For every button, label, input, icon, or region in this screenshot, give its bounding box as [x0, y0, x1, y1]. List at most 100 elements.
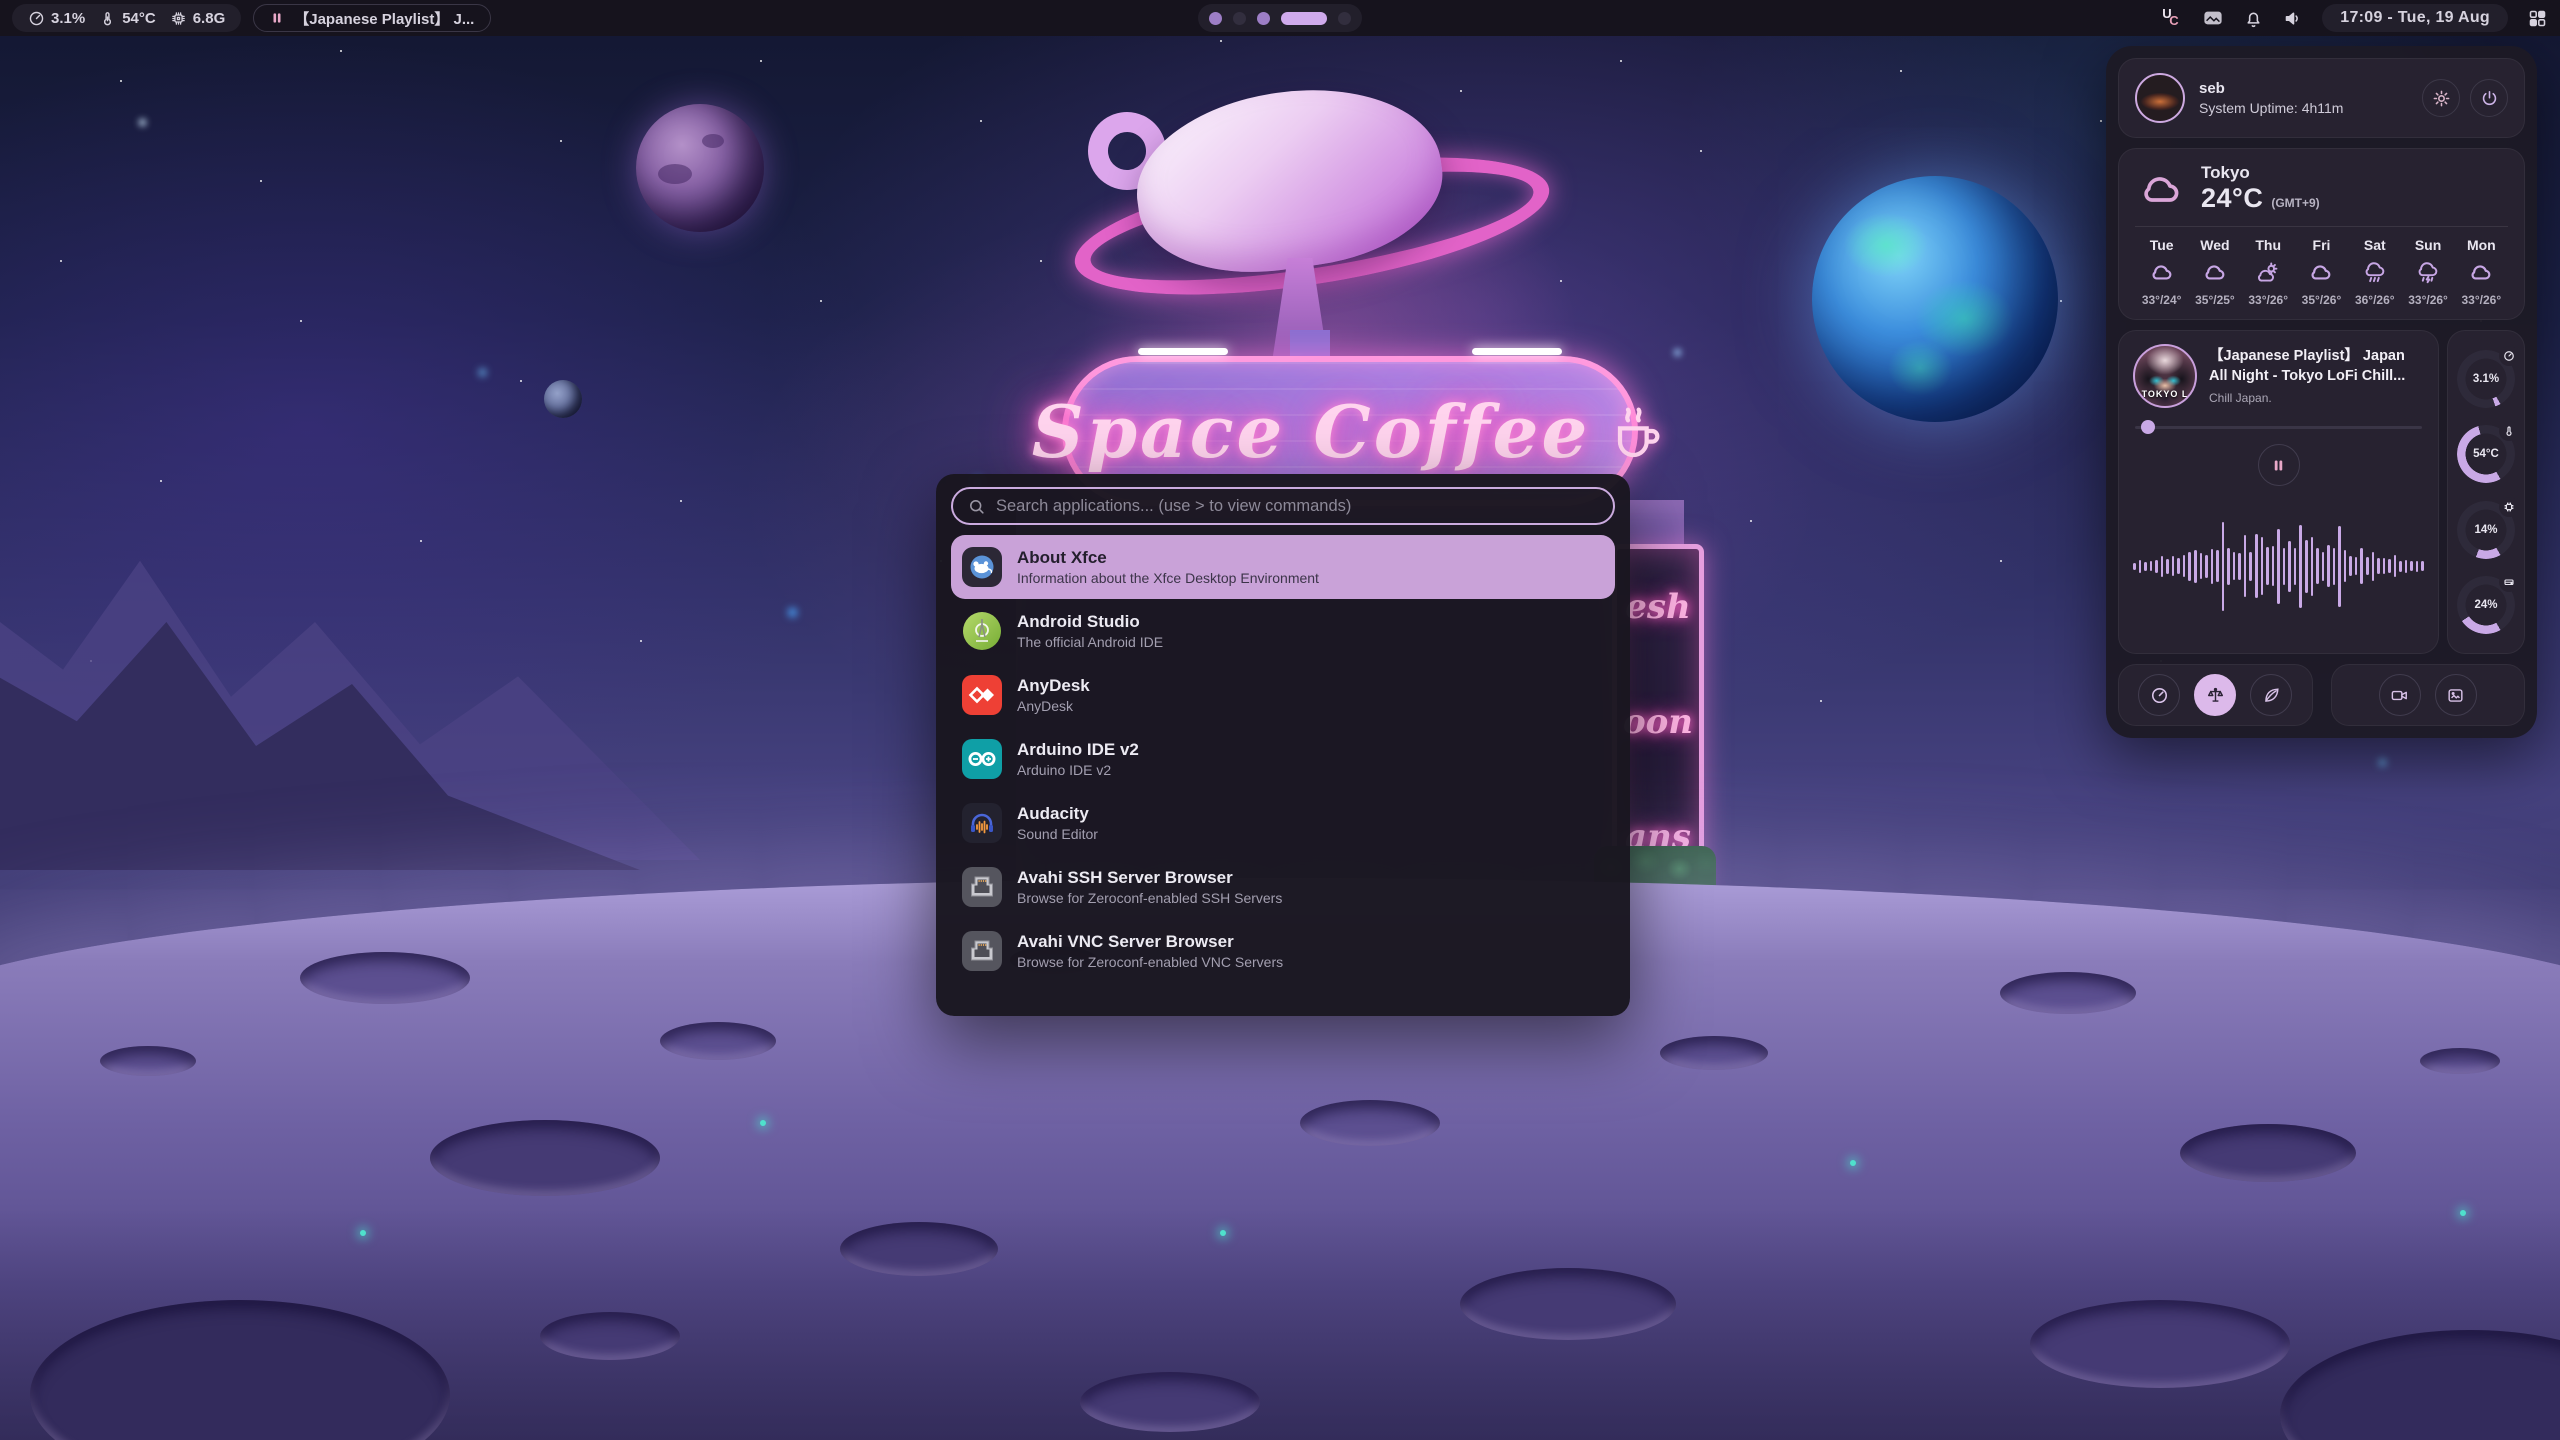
temperature-value: 54°C [122, 10, 156, 27]
crater [1460, 1268, 1676, 1340]
crater [1300, 1100, 1440, 1146]
cpu-gauge: 3.1% [2457, 350, 2515, 408]
app-item-avahi-ssh[interactable]: Avahi SSH Server Browser Browse for Zero… [951, 855, 1615, 919]
crater [2000, 972, 2136, 1014]
audacity-icon [962, 803, 1002, 843]
crater [2420, 1048, 2500, 1074]
crater [1660, 1036, 1768, 1070]
thermometer-icon [2503, 425, 2515, 437]
workspace-dot-5[interactable] [1338, 12, 1351, 25]
cpu-usage-stat: 3.1% [28, 10, 85, 27]
pause-icon [2271, 458, 2286, 473]
forecast-row: Tue 33°/24° Wed 35°/25° Thu 33°/26° Fri [2135, 237, 2508, 307]
app-name: Avahi SSH Server Browser [1017, 867, 1282, 888]
now-playing-pill[interactable]: 【Japanese Playlist】 J... [253, 4, 491, 32]
search-bar[interactable] [951, 487, 1615, 525]
app-item-avahi-vnc[interactable]: Avahi VNC Server Browser Browse for Zero… [951, 919, 1615, 983]
desktop: esh oon ans Space Coffee [0, 0, 2560, 1440]
rain-cloud-icon [2362, 260, 2388, 286]
temperature-stat: 54°C [99, 10, 156, 27]
app-list: About Xfce Information about the Xfce De… [951, 535, 1615, 1003]
crater [2180, 1124, 2356, 1182]
crater [840, 1222, 998, 1276]
pause-icon [270, 11, 284, 25]
app-item-audacity[interactable]: Audacity Sound Editor [951, 791, 1615, 855]
system-stats-pill: 3.1% 54°C 6.8G [12, 4, 241, 32]
cloud-icon [2202, 260, 2228, 286]
seek-slider[interactable] [2135, 420, 2422, 434]
top-bar-right: UC 17:09 - Tue, 19 Aug [2162, 4, 2548, 32]
app-grid-icon[interactable] [2526, 7, 2548, 29]
disk-icon [2503, 576, 2515, 588]
power-button[interactable] [2470, 79, 2508, 117]
glow-dot [1220, 1230, 1226, 1236]
screenshot-icon[interactable] [2202, 7, 2224, 29]
app-description: Arduino IDE v2 [1017, 761, 1139, 779]
forecast-day: Thu 33°/26° [2242, 237, 2295, 307]
weather-city: Tokyo [2201, 163, 2320, 183]
power-saver-mode-button[interactable] [2250, 674, 2292, 716]
play-pause-button[interactable] [2258, 444, 2300, 486]
screenshot-button[interactable] [2435, 674, 2477, 716]
cloud-icon [2135, 167, 2187, 211]
app-name: About Xfce [1017, 547, 1319, 568]
anydesk-icon [962, 675, 1002, 715]
app-name: Audacity [1017, 803, 1098, 824]
search-input[interactable] [996, 497, 1599, 516]
performance-mode-button[interactable] [2138, 674, 2180, 716]
glow-dot [2460, 1210, 2466, 1216]
volume-icon[interactable] [2282, 7, 2304, 29]
avatar[interactable] [2135, 73, 2185, 123]
video-camera-icon [2390, 686, 2409, 705]
app-item-about-xfce[interactable]: About Xfce Information about the Xfce De… [951, 535, 1615, 599]
cloud-icon [2308, 260, 2334, 286]
glow-dot [760, 1120, 766, 1126]
gear-icon [2432, 89, 2451, 108]
power-icon [2480, 89, 2499, 108]
power-profile-card [2118, 664, 2313, 726]
seek-track [2135, 426, 2422, 429]
search-icon [967, 497, 986, 516]
android-studio-icon [962, 611, 1002, 651]
window-neon-text: esh [1625, 587, 1691, 627]
seek-thumb[interactable] [2141, 420, 2155, 434]
track-title: 【Japanese Playlist】 Japan All Night - To… [2209, 347, 2424, 386]
crater [100, 1046, 196, 1076]
memory-stat: 6.8G [170, 10, 226, 27]
crater [660, 1022, 776, 1060]
workspace-dot-4[interactable] [1281, 12, 1327, 25]
workspace-indicator [1198, 4, 1362, 32]
app-item-anydesk[interactable]: AnyDesk AnyDesk [951, 663, 1615, 727]
settings-button[interactable] [2422, 79, 2460, 117]
clock[interactable]: 17:09 - Tue, 19 Aug [2322, 4, 2508, 32]
workspace-dot-2[interactable] [1233, 12, 1246, 25]
workspace-dot-3[interactable] [1257, 12, 1270, 25]
cloud-icon [2468, 260, 2494, 286]
crater [1080, 1372, 1260, 1432]
storm-cloud-icon [2415, 260, 2441, 286]
sun-cloud-icon [2255, 260, 2281, 286]
control-panel: seb System Uptime: 4h11m [2106, 46, 2537, 738]
app-description: AnyDesk [1017, 697, 1090, 715]
screen-record-button[interactable] [2379, 674, 2421, 716]
album-art[interactable]: TOKYO L [2133, 344, 2197, 408]
weather-temperature: 24°C [2201, 183, 2263, 214]
arduino-icon [962, 739, 1002, 779]
app-item-android-studio[interactable]: Android Studio The official Android IDE [951, 599, 1615, 663]
purple-planet [636, 104, 764, 232]
uc-tray-icon[interactable]: UC [2162, 7, 2184, 29]
app-item-arduino[interactable]: Arduino IDE v2 Arduino IDE v2 [951, 727, 1615, 791]
workspace-dot-1[interactable] [1209, 12, 1222, 25]
balanced-mode-button[interactable] [2194, 674, 2236, 716]
forecast-day: Fri 35°/26° [2295, 237, 2348, 307]
sign-light [1472, 348, 1562, 355]
bell-icon[interactable] [2242, 7, 2264, 29]
capture-card [2331, 664, 2526, 726]
weather-card: Tokyo 24°C (GMT+9) Tue 33°/24° Wed [2118, 148, 2525, 320]
chip-icon [170, 10, 187, 27]
app-description: Information about the Xfce Desktop Envir… [1017, 569, 1319, 587]
app-description: The official Android IDE [1017, 633, 1163, 651]
earth-planet [1812, 176, 2058, 422]
disk-gauge: 24% [2457, 576, 2515, 634]
forecast-day: Tue 33°/24° [2135, 237, 2188, 307]
